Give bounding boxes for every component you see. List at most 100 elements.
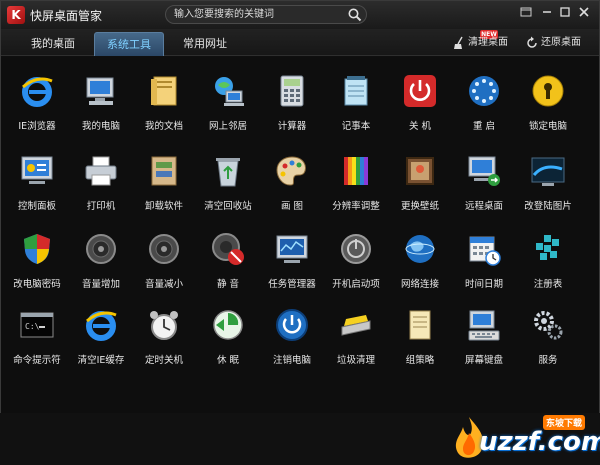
tool-services[interactable]: 服务 bbox=[518, 297, 578, 367]
onscreen-keyboard-icon bbox=[468, 310, 500, 341]
tool-network-neighborhood[interactable]: 网上邻居 bbox=[198, 63, 258, 133]
tool-label: 锁定电脑 bbox=[528, 121, 567, 132]
documents-folder-icon bbox=[151, 76, 177, 106]
app-title: 快屏桌面管家 bbox=[30, 9, 103, 23]
tool-notepad[interactable]: 记事本 bbox=[326, 63, 386, 133]
tool-label: 关 机 bbox=[408, 121, 432, 132]
tool-change-password[interactable]: 改电脑密码 bbox=[7, 221, 67, 291]
tool-hibernate[interactable]: 休 眠 bbox=[198, 297, 258, 367]
tool-label: 控制面板 bbox=[17, 201, 56, 212]
control-panel-icon bbox=[21, 156, 53, 184]
tool-label: 音量增加 bbox=[81, 279, 120, 290]
tool-label: 组策略 bbox=[405, 355, 435, 366]
tool-startup-items[interactable]: 开机启动项 bbox=[326, 221, 386, 291]
tool-clear-ie-cache[interactable]: 清空IE缓存 bbox=[71, 297, 131, 367]
tool-printer[interactable]: 打印机 bbox=[71, 143, 131, 213]
tool-mute[interactable]: 静 音 bbox=[198, 221, 258, 291]
tool-log-off[interactable]: 注销电脑 bbox=[262, 297, 322, 367]
tab-common-sites[interactable]: 常用网址 bbox=[171, 32, 239, 56]
tool-label: 重 启 bbox=[472, 121, 496, 132]
cmd-icon: C:\ bbox=[20, 312, 54, 338]
printer-icon bbox=[85, 156, 117, 186]
tool-label: 屏幕键盘 bbox=[464, 355, 503, 366]
search-input[interactable] bbox=[174, 7, 344, 22]
tool-restart[interactable]: 重 启 bbox=[454, 63, 514, 133]
tool-onscreen-keyboard[interactable]: 屏幕键盘 bbox=[454, 297, 514, 367]
tool-label: IE浏览器 bbox=[18, 121, 56, 132]
tool-label: 清空回收站 bbox=[204, 201, 252, 212]
tool-uninstall[interactable]: 卸载软件 bbox=[134, 143, 194, 213]
paint-palette-icon bbox=[276, 156, 306, 186]
lock-icon bbox=[532, 75, 564, 107]
tool-volume-up[interactable]: 音量增加 bbox=[71, 221, 131, 291]
tool-paint[interactable]: 画 图 bbox=[262, 143, 322, 213]
ie-icon bbox=[22, 77, 53, 107]
tool-junk-cleanup[interactable]: 垃圾清理 bbox=[326, 297, 386, 367]
task-manager-icon bbox=[276, 235, 308, 263]
tool-label: 垃圾清理 bbox=[336, 355, 375, 366]
restart-icon bbox=[469, 76, 499, 106]
uninstall-icon bbox=[151, 156, 177, 186]
tool-control-panel[interactable]: 控制面板 bbox=[7, 143, 67, 213]
network-neighborhood-icon bbox=[215, 77, 244, 106]
tool-volume-down[interactable]: 音量减小 bbox=[134, 221, 194, 291]
tool-group-policy[interactable]: 组策略 bbox=[390, 297, 450, 367]
tool-my-computer[interactable]: 我的电脑 bbox=[71, 63, 131, 133]
tool-network-connection[interactable]: 网络连接 bbox=[390, 221, 450, 291]
services-gear-icon bbox=[534, 311, 563, 340]
close-icon[interactable] bbox=[577, 5, 591, 19]
mute-icon bbox=[212, 233, 244, 265]
volume-up-icon bbox=[86, 234, 116, 264]
skin-icon[interactable] bbox=[519, 5, 533, 19]
maximize-icon[interactable] bbox=[558, 5, 572, 19]
tool-label: 我的电脑 bbox=[81, 121, 120, 132]
clean-desktop-label: 清理桌面 bbox=[468, 37, 508, 48]
group-policy-icon bbox=[409, 310, 431, 340]
tool-label: 记事本 bbox=[341, 121, 371, 132]
tool-lock-computer[interactable]: 锁定电脑 bbox=[518, 63, 578, 133]
clean-desktop-button[interactable]: 清理桌面 bbox=[452, 35, 508, 51]
tool-label: 定时关机 bbox=[144, 355, 183, 366]
volume-down-icon bbox=[149, 234, 179, 264]
tool-calculator[interactable]: 计算器 bbox=[262, 63, 322, 133]
tool-label: 我的文档 bbox=[144, 121, 183, 132]
tool-label: 命令提示符 bbox=[13, 355, 61, 366]
watermark-text: uzzf.com bbox=[479, 427, 600, 457]
network-globe-icon bbox=[405, 235, 435, 263]
tool-label: 静 音 bbox=[216, 279, 240, 290]
search-icon[interactable] bbox=[347, 7, 363, 23]
tool-empty-recycle-bin[interactable]: 清空回收站 bbox=[198, 143, 258, 213]
tool-resolution[interactable]: 分辨率调整 bbox=[326, 143, 386, 213]
minimize-icon[interactable] bbox=[540, 5, 554, 19]
tool-label: 注册表 bbox=[533, 279, 563, 290]
tool-login-picture[interactable]: 改登陆图片 bbox=[518, 143, 578, 213]
tool-task-manager[interactable]: 任务管理器 bbox=[262, 221, 322, 291]
tool-remote-desktop[interactable]: 远程桌面 bbox=[454, 143, 514, 213]
tool-registry[interactable]: 注册表 bbox=[518, 221, 578, 291]
tool-label: 网络连接 bbox=[400, 279, 439, 290]
tool-ie-browser[interactable]: IE浏览器 bbox=[7, 63, 67, 133]
watermark: 东坡下载 uzzf.com bbox=[449, 413, 600, 465]
restore-desktop-button[interactable]: 还原桌面 bbox=[525, 35, 581, 51]
tool-shutdown[interactable]: 关 机 bbox=[390, 63, 450, 133]
tool-date-time[interactable]: 时间日期 bbox=[454, 221, 514, 291]
logoff-icon bbox=[276, 309, 308, 341]
tool-scheduled-shutdown[interactable]: 定时关机 bbox=[134, 297, 194, 367]
tool-label: 服务 bbox=[538, 355, 558, 366]
tool-label: 卸载软件 bbox=[144, 201, 183, 212]
tool-label: 网上邻居 bbox=[208, 121, 247, 132]
tool-label: 远程桌面 bbox=[464, 201, 503, 212]
tool-label: 休 眠 bbox=[216, 355, 240, 366]
registry-icon bbox=[536, 235, 559, 260]
tools-grid: IE浏览器 我的电脑 我的文档 网上邻居 计算器 记事本 关 机 重 启 锁定电… bbox=[1, 57, 600, 458]
tool-change-wallpaper[interactable]: 更换壁纸 bbox=[390, 143, 450, 213]
tab-my-desktop[interactable]: 我的桌面 bbox=[19, 32, 87, 56]
ie-cache-icon bbox=[86, 311, 117, 341]
resolution-icon bbox=[344, 157, 368, 185]
tool-label: 时间日期 bbox=[464, 279, 503, 290]
svg-text:C:\: C:\ bbox=[25, 322, 40, 331]
tool-my-documents[interactable]: 我的文档 bbox=[134, 63, 194, 133]
tool-command-prompt[interactable]: C:\ 命令提示符 bbox=[7, 297, 67, 367]
tab-system-tools[interactable]: 系统工具 bbox=[94, 32, 164, 56]
remote-desktop-icon bbox=[468, 156, 500, 186]
